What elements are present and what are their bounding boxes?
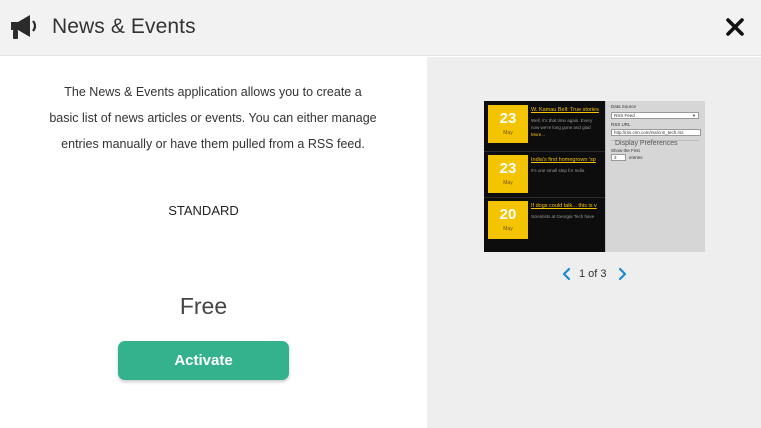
dialog-title: News & Events <box>52 15 196 38</box>
date-month: May <box>503 226 513 232</box>
show-first-field: 3 <box>611 154 626 161</box>
news-body: Well, it's that time again. Every now we… <box>531 117 603 138</box>
display-preferences-heading: Display Preferences <box>615 140 678 147</box>
news-title: W. Kamau Bell: True stories <box>531 107 599 113</box>
rss-url-label: RSS URL <box>611 122 631 127</box>
date-day: 23 <box>499 160 517 177</box>
preview-panel: 23 May W. Kamau Bell: True stories Well,… <box>427 57 761 428</box>
app-price: Free <box>179 293 228 319</box>
app-description: The News & Events application allows you… <box>49 85 377 151</box>
date-month: May <box>503 180 513 186</box>
chevron-left-icon[interactable] <box>561 267 573 281</box>
news-item: 23 May India's first homegrown 'sp It's … <box>484 151 605 197</box>
entries-label: entries <box>629 155 643 160</box>
news-title: India's first homegrown 'sp <box>531 157 596 163</box>
close-icon[interactable] <box>722 14 748 40</box>
show-first-label: Show the First <box>611 148 640 153</box>
news-item: 23 May W. Kamau Bell: True stories Well,… <box>484 101 605 147</box>
news-body: It's one small step for India <box>531 167 603 174</box>
date-day: 23 <box>499 110 517 127</box>
news-body-line: Scientists at Georgia Tech have <box>531 214 595 219</box>
data-source-value: RSS Feed <box>614 113 635 118</box>
pager-count: 1 of 3 <box>579 268 607 280</box>
dialog-header: News & Events <box>0 0 761 56</box>
rss-url-field: http://rss.cnn.com/rss/cnn_tech.rss <box>611 129 701 136</box>
app-info-panel: The News & Events application allows you… <box>0 57 427 428</box>
data-source-label: Data Source <box>611 104 637 109</box>
date-badge: 23 May <box>488 155 528 193</box>
news-item: 20 May If dogs could talk... this is v S… <box>484 197 605 243</box>
news-body-line: Well, it's that time again. Every <box>531 118 593 123</box>
date-badge: 20 May <box>488 201 528 239</box>
news-title: If dogs could talk... this is v <box>531 203 597 209</box>
megaphone-icon <box>11 15 37 39</box>
preview-screenshot: 23 May W. Kamau Bell: True stories Well,… <box>484 101 705 252</box>
news-body-line: now we're long gone and glad <box>531 125 591 130</box>
date-month: May <box>503 130 513 136</box>
date-day: 20 <box>499 206 517 223</box>
data-source-select: RSS Feed ▼ <box>611 112 699 119</box>
plan-tier: STANDARD <box>168 203 239 218</box>
news-more-link: More... <box>531 132 546 137</box>
screenshot-pager: 1 of 3 <box>561 266 631 284</box>
chevron-down-icon: ▼ <box>692 113 696 118</box>
news-body: Scientists at Georgia Tech have <box>531 213 603 220</box>
news-body-line: It's one small step for India <box>531 168 585 173</box>
settings-panel-preview: Data Source RSS Feed ▼ RSS URL http://rs… <box>605 101 705 252</box>
date-badge: 23 May <box>488 105 528 143</box>
news-list-preview: 23 May W. Kamau Bell: True stories Well,… <box>484 101 605 252</box>
chevron-right-icon[interactable] <box>616 267 628 281</box>
activate-button[interactable]: Activate <box>118 341 289 380</box>
